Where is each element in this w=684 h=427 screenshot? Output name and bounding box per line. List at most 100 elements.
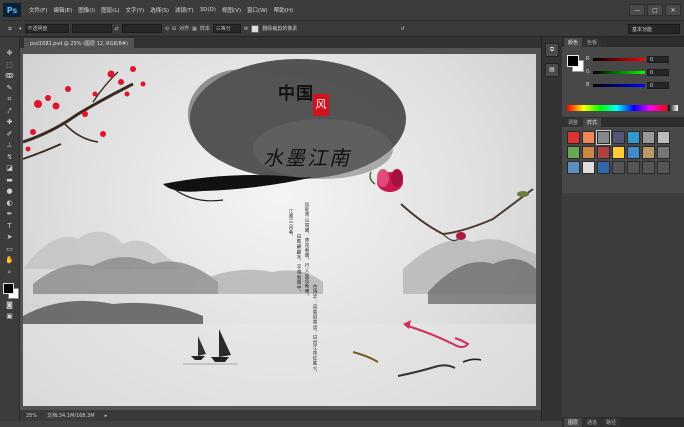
overlay-icon[interactable]: ▦ [192,26,197,32]
delete-cropped-checkbox[interactable] [251,24,260,33]
style-swatch[interactable] [596,130,611,145]
menu-help[interactable]: 帮助(H) [271,6,296,14]
dodge-icon[interactable]: ◐ [4,199,16,207]
right-panels: 颜色 色板 R 0 G 0 B 0 调整 样式 图层 通道 路径 [562,37,684,427]
blur-icon[interactable]: ● [4,187,16,195]
tab-channels[interactable]: 通道 [583,418,602,427]
style-swatch[interactable] [642,161,655,174]
style-swatch[interactable] [582,131,595,144]
blue-value[interactable]: 0 [647,81,669,89]
gradient-icon[interactable]: ▬ [4,176,16,184]
canvas-area[interactable]: 中国 风 水墨江南 江南三月春， 白鹭翩翩水，平湖烟雨中， 远处青山如黛，杏花春… [20,48,541,410]
color-spectrum[interactable] [567,105,667,111]
swap-icon[interactable]: ⇄ [115,26,119,32]
eraser-icon[interactable]: ◪ [4,164,16,172]
menu-window[interactable]: 窗口(W) [244,6,271,14]
quick-mask-icon[interactable]: ◙ [4,301,16,309]
screen-mode-icon[interactable]: ▣ [4,312,16,320]
minimize-button[interactable]: — [629,4,645,16]
style-swatch[interactable] [597,161,610,174]
quick-select-icon[interactable]: ✎ [4,84,16,92]
document-tab[interactable]: psd1681.psd @ 25% (图层 12, RGB/8#) [24,38,134,48]
style-dropdown[interactable]: 不透明度 [24,24,69,33]
gear-icon[interactable]: ⚙ [244,26,248,32]
style-swatch[interactable] [612,131,625,144]
style-swatch[interactable] [627,146,640,159]
eyedropper-icon[interactable]: ⤤ [4,107,16,115]
style-swatch[interactable] [567,131,580,144]
pen-icon[interactable]: ✒ [4,210,16,218]
style-swatch[interactable] [642,131,655,144]
menu-image[interactable]: 图像(I) [75,6,98,14]
grayscale-ramp[interactable] [668,105,678,111]
hand-icon[interactable]: ✋ [4,256,16,264]
crop-tool-icon[interactable]: ⌗ [4,25,16,33]
straighten-icon[interactable]: ⊟ [172,26,176,32]
red-value[interactable]: 0 [647,55,669,63]
marquee-tool-icon[interactable]: ⬚ [4,61,16,69]
menu-edit[interactable]: 编辑(E) [50,6,75,14]
workspace-dropdown[interactable]: 基本功能 [628,24,680,34]
path-select-icon[interactable]: ➤ [4,233,16,241]
style-swatch[interactable] [657,131,670,144]
tab-adjustments[interactable]: 调整 [564,118,583,127]
style-swatch[interactable] [612,161,625,174]
tab-styles[interactable]: 样式 [583,118,602,127]
panel-foreground-swatch[interactable] [567,55,579,67]
style-swatch[interactable] [612,146,625,159]
tab-layers[interactable]: 图层 [564,418,583,427]
style-swatch[interactable] [582,146,595,159]
tab-swatches[interactable]: 色板 [583,38,602,47]
green-value[interactable]: 0 [647,68,669,76]
history-icon[interactable]: ⧉ [545,43,559,57]
brush-icon[interactable]: ✐ [4,130,16,138]
red-slider[interactable] [593,57,645,61]
history-brush-icon[interactable]: ↯ [4,153,16,161]
layers-panel-area [562,193,684,407]
menu-view[interactable]: 视图(V) [219,6,244,14]
menu-select[interactable]: 选择(S) [147,6,172,14]
maximize-button[interactable]: □ [647,4,663,16]
style-swatch[interactable] [582,161,595,174]
title-seal: 风 [313,94,329,116]
menu-type[interactable]: 文字(Y) [123,6,148,14]
tab-color[interactable]: 颜色 [564,38,583,47]
menu-layer[interactable]: 图层(L) [98,6,122,14]
app-logo[interactable]: Ps [3,3,21,17]
style-swatch[interactable] [597,146,610,159]
zoom-level[interactable]: 25% [26,413,37,419]
foreground-color-swatch[interactable] [2,283,14,294]
width-input[interactable] [121,24,162,33]
style-swatch[interactable] [627,161,640,174]
style-swatch[interactable] [657,146,670,159]
stamp-icon[interactable]: ⊥ [4,141,16,149]
menu-3d[interactable]: 3D(D) [197,7,219,13]
style-swatch[interactable] [657,161,670,174]
properties-icon[interactable]: ▤ [545,63,559,77]
color-swatches[interactable] [2,283,19,299]
menu-file[interactable]: 文件(F) [26,6,50,14]
zoom-icon[interactable]: ⌕ [4,268,16,276]
type-icon[interactable]: T [4,222,16,230]
shape-icon[interactable]: ▭ [4,245,16,253]
style-swatch[interactable] [567,146,580,159]
menu-filter[interactable]: 滤镜(T) [172,6,197,14]
clear-icon[interactable]: ⟲ [165,26,169,32]
overlay-dropdown[interactable]: 三等分 [212,24,241,33]
lasso-tool-icon[interactable]: ↂ [4,72,16,80]
artwork-canvas[interactable]: 中国 风 水墨江南 江南三月春， 白鹭翩翩水，平湖烟雨中， 远处青山如黛，杏花春… [23,54,536,406]
healing-brush-icon[interactable]: ✚ [4,118,16,126]
crop-icon[interactable]: ⌗ [4,95,16,103]
status-arrow-icon[interactable]: ▸ [105,413,108,419]
style-swatch[interactable] [567,161,580,174]
style-swatch[interactable] [627,131,640,144]
close-button[interactable]: ✕ [665,4,681,16]
reset-icon[interactable]: ↺ [400,26,404,32]
green-slider[interactable] [593,70,645,74]
preset-arrow-icon[interactable]: ▾ [19,26,22,32]
size-input[interactable] [71,24,112,33]
style-swatch[interactable] [642,146,655,159]
tab-paths[interactable]: 路径 [602,418,621,427]
blue-slider[interactable] [593,83,645,87]
move-tool-icon[interactable]: ✥ [4,49,16,57]
